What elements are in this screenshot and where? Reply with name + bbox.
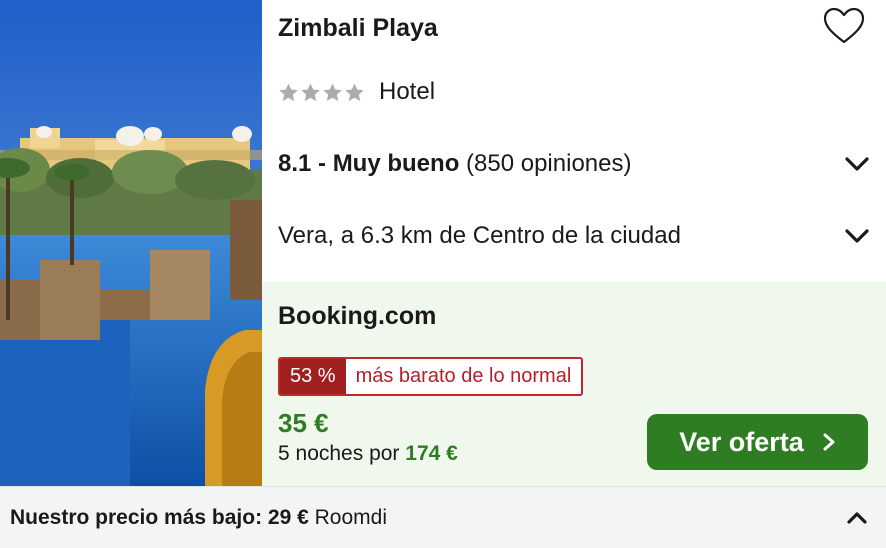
rating-score: 8.1 - Muy bueno bbox=[278, 150, 460, 177]
lowest-price-label: Nuestro precio más bajo: bbox=[10, 505, 263, 529]
star-icon bbox=[345, 83, 364, 101]
star-icon bbox=[279, 83, 298, 101]
offer-provider: Booking.com bbox=[278, 302, 437, 330]
deal-badge: 53 % más barato de lo normal bbox=[278, 357, 584, 396]
deal-text: más barato de lo normal bbox=[355, 365, 572, 387]
lowest-price-provider: Roomdi bbox=[314, 505, 387, 529]
deal-percent: 53 % bbox=[280, 359, 346, 394]
total-price: 174 € bbox=[405, 442, 458, 465]
rating-summary: 8.1 - Muy bueno (850 opiniones) bbox=[278, 150, 631, 178]
location-row[interactable]: Vera, a 6.3 km de Centro de la ciudad bbox=[278, 216, 870, 256]
nightly-price: 35 € bbox=[278, 408, 329, 438]
view-offer-label: Ver oferta bbox=[679, 426, 804, 457]
chevron-up-icon[interactable] bbox=[846, 511, 868, 525]
hotel-photo[interactable] bbox=[0, 0, 262, 486]
total-price-line: 5 noches por 174 € bbox=[278, 442, 458, 466]
hotel-info-panel: Zimbali Playa Hotel 8.1 - Muy bueno (850… bbox=[262, 0, 886, 282]
lowest-price-summary: Nuestro precio más bajo: 29 € Roomdi bbox=[10, 506, 387, 530]
hotel-result-card: Zimbali Playa Hotel 8.1 - Muy bueno (850… bbox=[0, 0, 886, 486]
rating-reviews: (850 opiniones) bbox=[466, 150, 632, 177]
hotel-name[interactable]: Zimbali Playa bbox=[278, 14, 438, 43]
lowest-price-value: 29 € bbox=[267, 505, 309, 529]
hotel-class: Hotel bbox=[278, 76, 435, 108]
chevron-down-icon[interactable] bbox=[844, 155, 870, 173]
heart-outline-icon bbox=[823, 7, 865, 44]
star-icon bbox=[323, 83, 342, 101]
hotel-photo-image bbox=[0, 0, 262, 486]
lowest-price-bar[interactable]: Nuestro precio más bajo: 29 € Roomdi bbox=[0, 486, 886, 548]
star-rating bbox=[278, 82, 365, 103]
chevron-right-icon bbox=[823, 433, 835, 451]
location-text: Vera, a 6.3 km de Centro de la ciudad bbox=[278, 222, 681, 249]
chevron-down-icon[interactable] bbox=[844, 227, 870, 245]
view-offer-button[interactable]: Ver oferta bbox=[647, 414, 868, 470]
nights-label: 5 noches por bbox=[278, 442, 400, 465]
offer-panel: Booking.com 53 % más barato de lo normal… bbox=[262, 282, 886, 486]
hotel-type: Hotel bbox=[379, 78, 436, 105]
rating-row[interactable]: 8.1 - Muy bueno (850 opiniones) bbox=[278, 144, 870, 184]
star-icon bbox=[301, 83, 320, 101]
favorite-button[interactable] bbox=[822, 6, 866, 46]
